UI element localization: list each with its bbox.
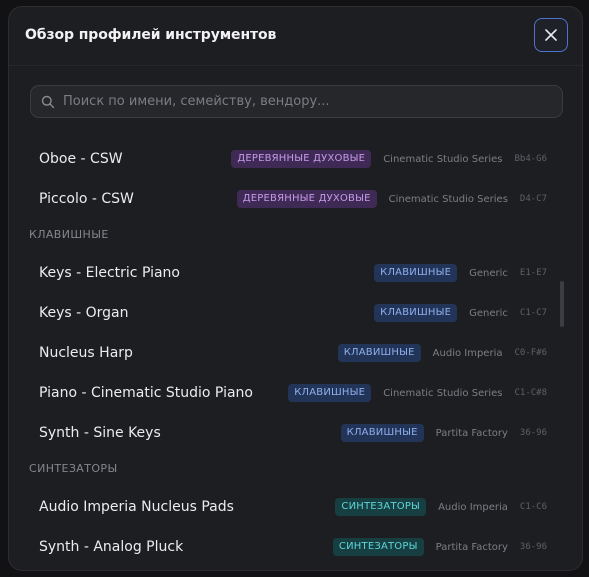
instrument-name: Keys - Organ [39,305,129,321]
search-box [30,85,563,118]
list-item[interactable]: Piccolo - CSW ДЕРЕВЯННЫЕ ДУХОВЫЕ Cinemat… [29,179,553,219]
range-label: C1-C7 [519,308,547,318]
family-badge: КЛАВИШНЫЕ [374,264,458,282]
vendor-label: Cinematic Studio Series [383,387,503,399]
family-badge: СИНТЕЗАТОРЫ [332,538,424,556]
vendor-label: Audio Imperia [432,347,503,359]
scrollbar-thumb[interactable] [560,281,564,327]
range-label: Bb4-G6 [514,154,547,164]
instrument-name: Nucleus Harp [39,345,133,361]
search-icon [41,95,55,109]
list-item[interactable]: Synth - Sine Keys КЛАВИШНЫЕ Partita Fact… [29,413,553,453]
range-label: 36-96 [519,542,547,552]
vendor-label: Generic [469,267,508,279]
section-header-keys: КЛАВИШНЫЕ [29,228,109,241]
range-label: C0-F#6 [514,348,547,358]
instrument-name: Piano - Cinematic Studio Piano [39,385,253,401]
family-badge: КЛАВИШНЫЕ [374,304,458,322]
vendor-label: Generic [469,307,508,319]
instrument-name: Oboe - CSW [39,151,123,167]
vendor-label: Partita Factory [435,427,508,439]
dialog-title: Обзор профилей инструментов [25,27,277,43]
vendor-label: Cinematic Studio Series [383,153,503,165]
close-icon [545,29,557,41]
instrument-name: Synth - Analog Pluck [39,539,184,555]
vendor-label: Audio Imperia [438,501,508,513]
instrument-name: Audio Imperia Nucleus Pads [39,499,234,515]
range-label: C1-C#8 [514,388,547,398]
range-label: 36-96 [519,428,547,438]
range-label: E1-E7 [519,268,547,278]
list-item[interactable]: Piano - Cinematic Studio Piano КЛАВИШНЫЕ… [29,373,553,413]
instrument-name: Synth - Sine Keys [39,425,161,441]
family-badge: КЛАВИШНЫЕ [337,344,421,362]
list-item[interactable]: Nucleus Harp КЛАВИШНЫЕ Audio Imperia C0-… [29,333,553,373]
list-item[interactable]: Synth - Analog Pluck СИНТЕЗАТОРЫ Partita… [29,527,553,567]
range-label: D4-C7 [519,194,547,204]
section-header-synths: СИНТЕЗАТОРЫ [29,462,118,475]
list-item[interactable]: Oboe - CSW ДЕРЕВЯННЫЕ ДУХОВЫЕ Cinematic … [29,139,553,179]
family-badge: КЛАВИШНЫЕ [340,424,424,442]
instrument-name: Keys - Electric Piano [39,265,180,281]
family-badge: СИНТЕЗАТОРЫ [335,498,427,516]
family-badge: КЛАВИШНЫЕ [288,384,372,402]
family-badge: ДЕРЕВЯННЫЕ ДУХОВЫЕ [231,150,372,168]
search-input[interactable] [63,86,553,117]
list-item[interactable]: Keys - Organ КЛАВИШНЫЕ Generic C1-C7 [29,293,553,333]
family-badge: ДЕРЕВЯННЫЕ ДУХОВЫЕ [236,190,377,208]
instrument-name: Piccolo - CSW [39,191,134,207]
vendor-label: Partita Factory [435,541,508,553]
range-label: C1-C6 [519,502,547,512]
close-button[interactable] [534,18,568,52]
dialog-header: Обзор профилей инструментов [9,7,582,66]
list-item[interactable]: Keys - Electric Piano КЛАВИШНЫЕ Generic … [29,253,553,293]
vendor-label: Cinematic Studio Series [388,193,508,205]
instrument-list: Oboe - CSW ДЕРЕВЯННЫЕ ДУХОВЫЕ Cinematic … [9,131,582,570]
instrument-profiles-dialog: Обзор профилей инструментов Oboe - CSW Д… [8,6,583,571]
list-item[interactable]: Audio Imperia Nucleus Pads СИНТЕЗАТОРЫ A… [29,487,553,527]
